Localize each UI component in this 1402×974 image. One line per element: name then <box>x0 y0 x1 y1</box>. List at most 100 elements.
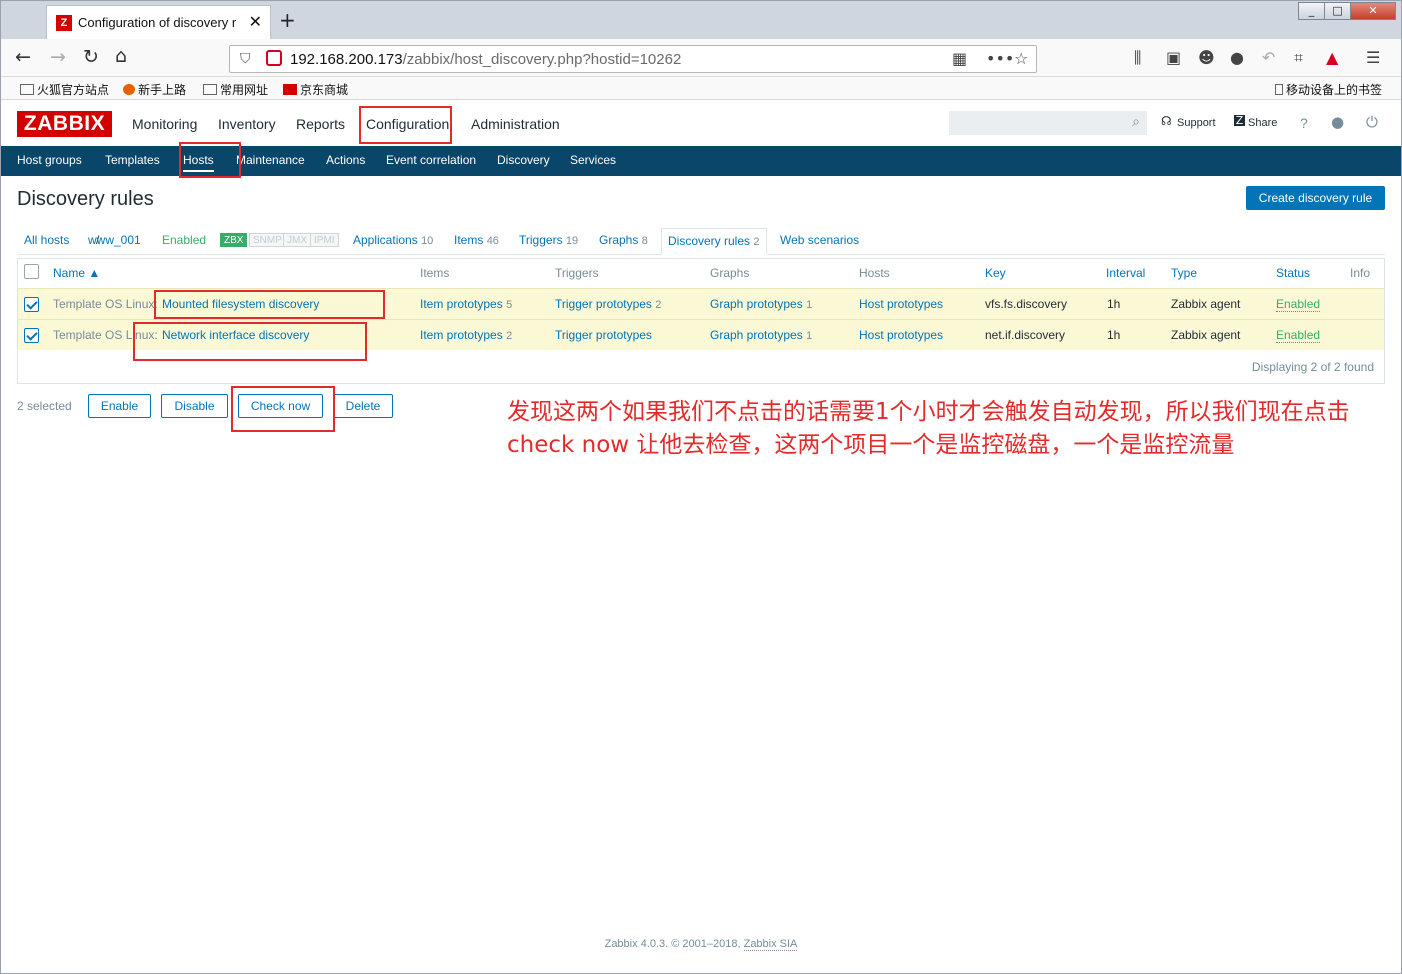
rule-type: Zabbix agent <box>1171 328 1241 342</box>
home-icon[interactable]: ⌂ <box>115 45 127 67</box>
insecure-lock-icon[interactable] <box>266 50 282 66</box>
page-actions-icon[interactable]: ••• <box>986 49 1014 68</box>
row-checkbox[interactable] <box>24 297 39 312</box>
tab-actions[interactable]: Actions <box>326 153 365 167</box>
footer-text: Zabbix 4.0.3. © 2001–2018, <box>604 938 741 950</box>
item-prototypes-link[interactable]: Item prototypes 2 <box>420 328 512 342</box>
chat-icon[interactable]: ● <box>1230 48 1244 67</box>
host-tab-triggers[interactable]: Triggers 19 <box>519 233 578 247</box>
qr-code-icon[interactable]: ▦ <box>952 49 967 68</box>
enable-button[interactable]: Enable <box>88 394 151 418</box>
annotation-note: 发现这两个如果我们不点击的话需要1个小时才会触发自动发现，所以我们现在点击 ch… <box>507 396 1397 462</box>
tab-label: Discovery rules <box>668 234 751 248</box>
library-icon[interactable]: ⫼ <box>1134 48 1141 68</box>
jd-icon <box>283 84 297 95</box>
host-navigation: All hosts / www_001 Enabled ZBX SNMP JMX… <box>17 228 1385 255</box>
account-icon[interactable]: ☻ <box>1198 48 1215 67</box>
maximize-icon[interactable]: □ <box>1324 2 1351 20</box>
zabbix-logo[interactable]: ZABBIX <box>17 111 112 137</box>
window-close-icon[interactable]: ✕ <box>1350 2 1396 20</box>
page-footer: Zabbix 4.0.3. © 2001–2018, Zabbix SIA <box>0 938 1402 951</box>
tab-hosts[interactable]: Hosts <box>183 153 214 172</box>
host-tab-applications[interactable]: Applications 10 <box>353 233 433 247</box>
graph-prototypes-link[interactable]: Graph prototypes 1 <box>710 297 812 311</box>
rule-name-link[interactable]: Mounted filesystem discovery <box>162 297 319 311</box>
bookmark-item[interactable]: 火狐官方站点 <box>20 81 109 98</box>
url-text[interactable]: 192.168.200.173/zabbix/host_discovery.ph… <box>290 51 681 68</box>
column-name[interactable]: Name ▲ <box>53 266 100 280</box>
rule-key: net.if.discovery <box>985 328 1066 342</box>
tab-templates[interactable]: Templates <box>105 153 160 167</box>
logout-icon[interactable]: ⏻ <box>1366 113 1378 131</box>
trigger-prototypes-link[interactable]: Trigger prototypes 2 <box>555 297 661 311</box>
column-interval[interactable]: Interval <box>1106 266 1145 280</box>
new-tab-icon[interactable]: + <box>279 8 296 32</box>
bookmark-item[interactable]: 常用网址 <box>203 81 268 98</box>
bookmark-item[interactable]: 新手上路 <box>123 81 186 98</box>
row-checkbox[interactable] <box>24 328 39 343</box>
zabbix-sia-link[interactable]: Zabbix SIA <box>743 938 798 951</box>
delete-button[interactable]: Delete <box>333 394 393 418</box>
bookmark-item[interactable]: 京东商城 <box>283 81 348 98</box>
host-tab-items[interactable]: Items 46 <box>454 233 499 247</box>
help-icon[interactable]: ? <box>1300 115 1308 131</box>
graph-prototypes-link[interactable]: Graph prototypes 1 <box>710 328 812 342</box>
menu-inventory[interactable]: Inventory <box>218 116 276 132</box>
url-bar[interactable]: ⛉ 192.168.200.173/zabbix/host_discovery.… <box>229 45 1037 73</box>
create-discovery-rule-button[interactable]: Create discovery rule <box>1246 186 1385 210</box>
menu-icon[interactable]: ☰ <box>1366 48 1380 67</box>
close-tab-icon[interactable]: ✕ <box>249 12 262 31</box>
user-profile-icon[interactable]: ● <box>1331 113 1344 131</box>
menu-administration[interactable]: Administration <box>471 116 560 132</box>
host-prototypes-link[interactable]: Host prototypes <box>859 297 943 311</box>
column-type[interactable]: Type <box>1171 266 1197 280</box>
status-toggle[interactable]: Enabled <box>1276 328 1321 343</box>
bookmark-star-icon[interactable]: ☆ <box>1014 49 1028 68</box>
screenshot-icon[interactable]: ⌗ <box>1294 48 1303 68</box>
back-icon[interactable]: ← <box>15 46 31 68</box>
selected-count: 2 selected <box>17 399 72 413</box>
minimize-icon[interactable]: _ <box>1298 2 1325 20</box>
host-link[interactable]: www_001 <box>88 233 141 247</box>
forward-icon[interactable]: → <box>50 46 66 68</box>
reload-icon[interactable]: ↻ <box>83 46 99 68</box>
tab-maintenance[interactable]: Maintenance <box>236 153 305 167</box>
support-link[interactable]: Support <box>1177 117 1216 129</box>
host-status[interactable]: Enabled <box>162 233 206 247</box>
undo-icon[interactable]: ↶ <box>1262 48 1275 67</box>
sidebar-icon[interactable]: ▣ <box>1166 48 1181 67</box>
column-key[interactable]: Key <box>985 266 1006 280</box>
menu-configuration[interactable]: Configuration <box>366 116 449 132</box>
template-link[interactable]: Template OS Linux: <box>53 297 158 311</box>
shield-icon[interactable]: ⛉ <box>240 51 251 67</box>
menu-monitoring[interactable]: Monitoring <box>132 116 197 132</box>
menu-reports[interactable]: Reports <box>296 116 345 132</box>
share-link[interactable]: Share <box>1248 117 1277 129</box>
all-hosts-link[interactable]: All hosts <box>24 233 69 247</box>
template-link[interactable]: Template OS Linux: <box>53 328 158 342</box>
disable-button[interactable]: Disable <box>161 394 228 418</box>
search-input[interactable]: ⌕ <box>949 111 1147 135</box>
column-status[interactable]: Status <box>1276 266 1310 280</box>
bookmarks-bar: 火狐官方站点 新手上路 常用网址 京东商城 移动设备上的书签 <box>0 77 1402 100</box>
browser-tab[interactable]: Z Configuration of discovery r ✕ <box>46 5 271 39</box>
tab-count: 8 <box>641 235 648 247</box>
host-tab-graphs[interactable]: Graphs 8 <box>599 233 648 247</box>
status-toggle[interactable]: Enabled <box>1276 297 1321 312</box>
rule-name-link[interactable]: Network interface discovery <box>162 328 309 342</box>
select-all-checkbox[interactable] <box>24 264 39 279</box>
host-tab-discovery-rules[interactable]: Discovery rules 2 <box>661 228 767 255</box>
tab-discovery[interactable]: Discovery <box>497 153 550 167</box>
tab-services[interactable]: Services <box>570 153 616 167</box>
host-prototypes-link[interactable]: Host prototypes <box>859 328 943 342</box>
trigger-prototypes-link[interactable]: Trigger prototypes <box>555 328 652 342</box>
mobile-bookmarks[interactable]: 移动设备上的书签 <box>1275 81 1382 98</box>
search-icon[interactable]: ⌕ <box>1132 114 1140 130</box>
check-now-button[interactable]: Check now <box>238 394 323 418</box>
link-label: Item prototypes <box>420 297 503 311</box>
host-tab-web-scenarios[interactable]: Web scenarios <box>780 233 859 247</box>
tab-event-correlation[interactable]: Event correlation <box>386 153 476 167</box>
adobe-icon[interactable]: ▲ <box>1326 48 1338 67</box>
tab-host-groups[interactable]: Host groups <box>17 153 82 167</box>
item-prototypes-link[interactable]: Item prototypes 5 <box>420 297 512 311</box>
